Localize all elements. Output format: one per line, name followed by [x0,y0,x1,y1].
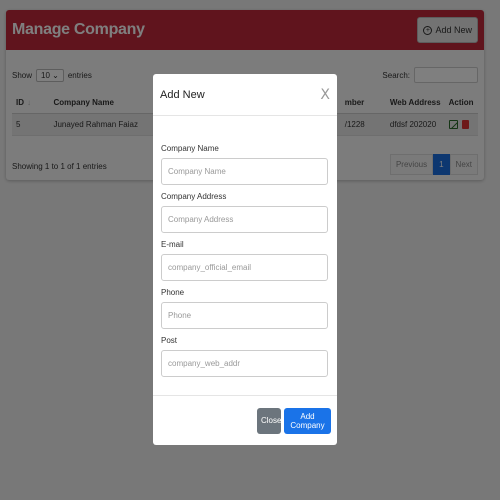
email-field: E-mail [161,216,329,281]
company-address-label: Company Address [161,192,227,201]
modal-footer: Close Add Company [153,395,337,445]
modal-body: Company Name Company Address E-mail Phon… [153,116,337,377]
modal-title: Add New [160,88,205,101]
company-name-field: Company Name [161,120,329,185]
post-field: Post [161,312,329,377]
email-label: E-mail [161,240,184,249]
post-label: Post [161,336,178,345]
close-button[interactable]: Close [257,407,281,434]
close-icon[interactable]: X [320,87,330,103]
add-company-modal: Add New X Company Name Company Address E… [153,74,337,445]
phone-label: Phone [161,288,185,297]
company-address-field: Company Address [161,168,329,233]
company-name-label: Company Name [161,144,219,153]
modal-header: Add New X [153,74,337,116]
post-input[interactable] [161,350,328,377]
add-company-button[interactable]: Add Company [284,407,331,434]
phone-field: Phone [161,264,329,329]
